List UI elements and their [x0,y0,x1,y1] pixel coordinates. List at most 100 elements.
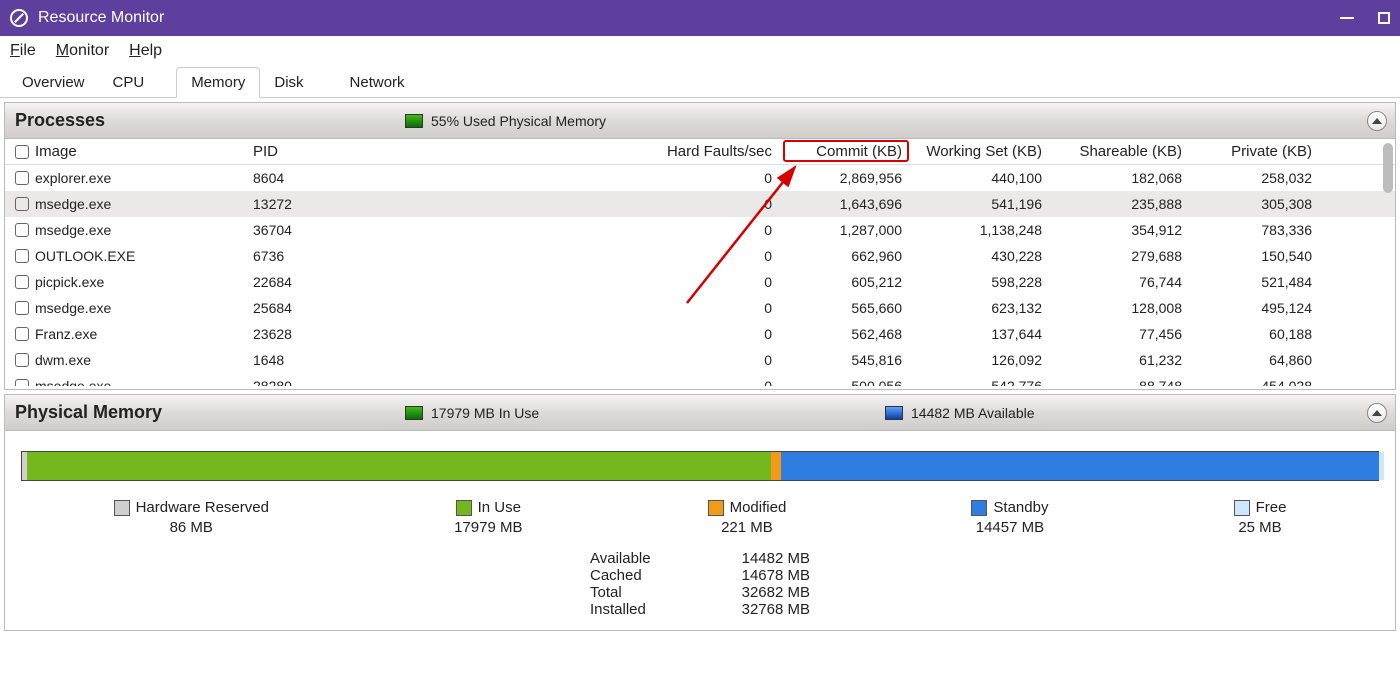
cell-faults: 0 [385,376,780,386]
physical-title: Physical Memory [15,402,162,423]
cell-shareable: 354,912 [1050,220,1190,240]
cell-pid: 25684 [245,298,385,318]
cell-shareable: 279,688 [1050,246,1190,266]
cell-faults: 0 [385,194,780,214]
col-shareable[interactable]: Shareable (KB) [1050,141,1190,162]
cell-commit: 1,287,000 [780,220,910,240]
col-faults[interactable]: Hard Faults/sec [385,141,780,162]
cell-workingset: 440,100 [910,168,1050,188]
cell-workingset: 623,132 [910,298,1050,318]
cell-image: OUTLOOK.EXE [35,248,135,264]
memory-bar-chart [21,451,1379,481]
cell-faults: 0 [385,168,780,188]
cell-workingset: 137,644 [910,324,1050,344]
collapse-button-physical[interactable] [1367,403,1387,423]
row-checkbox[interactable] [15,249,29,263]
cell-faults: 0 [385,272,780,292]
cell-private: 150,540 [1190,246,1320,266]
tab-strip: Overview CPU Memory Disk Network [0,66,1400,98]
cell-workingset: 1,138,248 [910,220,1050,240]
cell-faults: 0 [385,246,780,266]
memory-segment-free [1379,452,1384,480]
col-private[interactable]: Private (KB) [1190,141,1320,162]
swatch-hardware [114,500,130,516]
col-workingset[interactable]: Working Set (KB) [910,141,1050,162]
cell-pid: 1648 [245,350,385,370]
memory-stats: Available14482 MB Cached14678 MB Total32… [590,550,810,618]
col-pid[interactable]: PID [245,141,385,162]
window-title: Resource Monitor [38,9,1340,27]
cell-workingset: 430,228 [910,246,1050,266]
tab-disk[interactable]: Disk [260,68,317,97]
cell-image: explorer.exe [35,170,111,186]
cell-pid: 8604 [245,168,385,188]
tab-network[interactable]: Network [336,68,419,97]
cell-image: msedge.exe [35,222,111,238]
table-row[interactable]: msedge.exe1327201,643,696541,196235,8883… [5,191,1395,217]
cell-workingset: 541,196 [910,194,1050,214]
cell-image: Franz.exe [35,326,97,342]
table-row[interactable]: OUTLOOK.EXE67360662,960430,228279,688150… [5,243,1395,269]
cell-private: 495,124 [1190,298,1320,318]
menu-help[interactable]: Help [129,42,162,60]
row-checkbox[interactable] [15,223,29,237]
cell-shareable: 76,744 [1050,272,1190,292]
table-row[interactable]: msedge.exe282800500,056542,77688,748454,… [5,373,1395,386]
col-commit[interactable]: Commit (KB) [780,141,910,162]
cell-shareable: 182,068 [1050,168,1190,188]
table-row[interactable]: Franz.exe236280562,468137,64477,45660,18… [5,321,1395,347]
memory-segment-in-use [27,452,771,480]
cell-shareable: 88,748 [1050,376,1190,386]
table-row[interactable]: msedge.exe 3670401,287,0001,138,248354,91… [5,217,1395,243]
physical-memory-panel: Physical Memory 17979 MB In Use 14482 MB… [4,394,1396,631]
memory-usage-icon [405,114,423,128]
cell-image: dwm.exe [35,352,91,368]
tab-cpu[interactable]: CPU [99,68,159,97]
cell-commit: 565,660 [780,298,910,318]
cell-faults: 0 [385,220,780,240]
cell-shareable: 235,888 [1050,194,1190,214]
cell-private: 454,028 [1190,376,1320,386]
row-checkbox[interactable] [15,327,29,341]
table-row[interactable]: explorer.exe 860402,869,956440,100182,068… [5,165,1395,191]
window-controls [1340,12,1390,24]
row-checkbox[interactable] [15,301,29,315]
row-checkbox[interactable] [15,275,29,289]
processes-summary: 55% Used Physical Memory [431,113,606,129]
minimize-icon[interactable] [1340,17,1354,19]
app-icon [10,9,28,27]
swatch-modified [708,500,724,516]
maximize-icon[interactable] [1378,12,1390,24]
row-checkbox[interactable] [15,197,29,211]
processes-panel: Processes 55% Used Physical Memory Image… [4,102,1396,390]
memory-segment-modified [771,452,780,480]
row-checkbox[interactable] [15,353,29,367]
cell-pid: 6736 [245,246,385,266]
swatch-inuse [456,500,472,516]
cell-commit: 2,869,956 [780,168,910,188]
col-image[interactable]: Image [35,143,77,160]
row-checkbox[interactable] [15,171,29,185]
table-row[interactable]: dwm.exe16480545,816126,09261,23264,860 [5,347,1395,373]
cell-commit: 562,468 [780,324,910,344]
row-checkbox[interactable] [15,379,29,386]
tab-memory[interactable]: Memory [176,67,260,98]
available-icon [885,406,903,420]
collapse-button[interactable] [1367,111,1387,131]
cell-pid: 36704 [245,220,385,240]
checkbox-all[interactable] [15,145,29,159]
cell-workingset: 126,092 [910,350,1050,370]
menu-monitor[interactable]: Monitor [56,42,109,60]
memory-legend: Hardware Reserved86 MB In Use17979 MB Mo… [21,499,1379,536]
scrollbar-thumb[interactable] [1383,143,1393,193]
table-row[interactable]: picpick.exe226840605,212598,22876,744521… [5,269,1395,295]
cell-image: msedge.exe [35,378,111,386]
cell-pid: 28280 [245,376,385,386]
memory-segment-standby [781,452,1379,480]
table-row[interactable]: msedge.exe256840565,660623,132128,008495… [5,295,1395,321]
tab-overview[interactable]: Overview [8,68,99,97]
cell-commit: 605,212 [780,272,910,292]
cell-faults: 0 [385,324,780,344]
menu-file[interactable]: File [10,42,36,60]
cell-workingset: 598,228 [910,272,1050,292]
